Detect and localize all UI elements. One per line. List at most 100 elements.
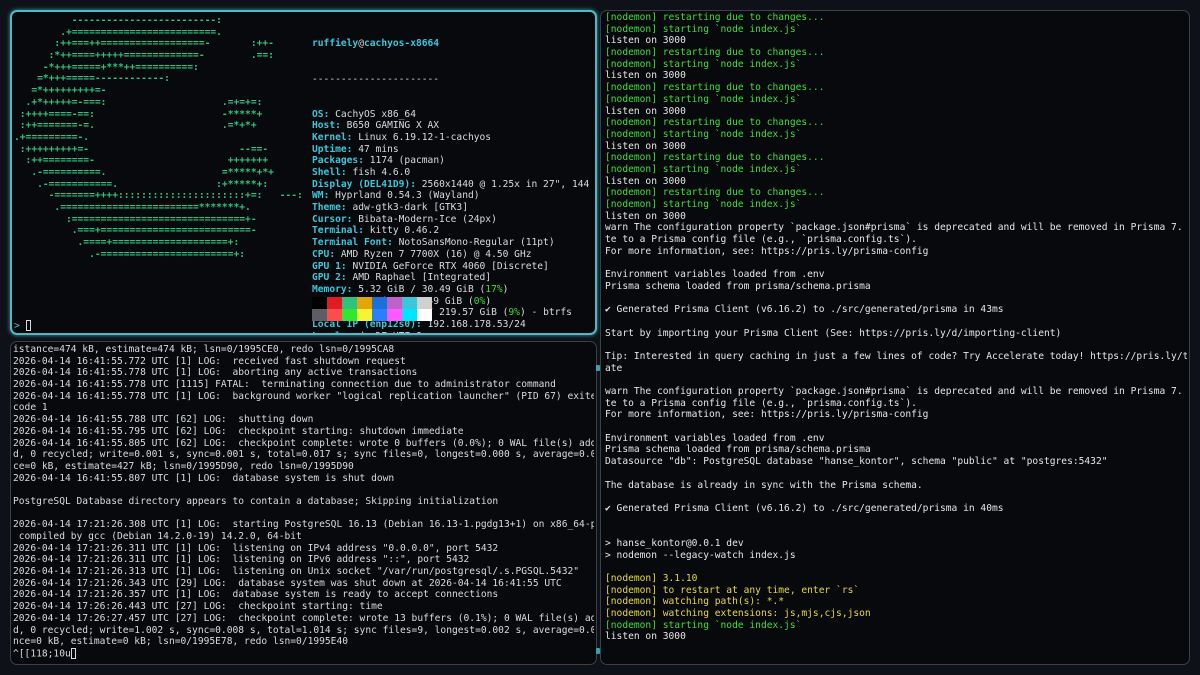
log-line: [nodemon] starting `node index.js` bbox=[605, 619, 802, 631]
log-line: [nodemon] starting `node index.js` bbox=[605, 58, 802, 70]
info-row: Uptime: 47 mins bbox=[312, 143, 399, 155]
log-line: ate bbox=[605, 362, 623, 374]
log-line: warn The configuration property `package… bbox=[605, 222, 1183, 234]
log-line: 2026-04-14 16:41:55.795 UTC [62] LOG: ch… bbox=[13, 425, 464, 437]
info-value: Linux 6.19.12-1-cachyos bbox=[358, 131, 492, 143]
logo-line: .+*+++++=-===: .=+=+=: bbox=[14, 96, 263, 108]
logo-line: =*+++++++++=- bbox=[14, 85, 107, 97]
log-line: 2026-04-14 17:21:26.357 UTC [1] LOG: dat… bbox=[13, 589, 499, 601]
nodemon-terminal-pane[interactable]: [nodemon] restarting due to changes... [n… bbox=[600, 10, 1190, 665]
pane-resize-handle[interactable] bbox=[596, 365, 600, 371]
info-value: adw-gtk3-dark [GTK3] bbox=[352, 202, 468, 214]
log-line: d, 0 recycled; write=1.002 s, sync=0.008… bbox=[13, 624, 594, 636]
info-key: Cursor bbox=[312, 213, 347, 225]
info-key: Terminal bbox=[312, 225, 359, 237]
shell-prompt[interactable]: > bbox=[14, 320, 31, 332]
log-line: [nodemon] starting `node index.js` bbox=[605, 93, 802, 105]
info-row: Kernel: Linux 6.19.12-1-cachyos bbox=[312, 131, 492, 143]
info-value: AMD Raphael [Integrated] bbox=[352, 272, 492, 284]
fastfetch-terminal-pane[interactable]: -------------------------: .+===========… bbox=[10, 10, 597, 335]
color-swatch bbox=[327, 297, 342, 309]
color-swatch bbox=[372, 297, 387, 309]
log-line: [nodemon] restarting due to changes... bbox=[605, 117, 825, 129]
log-line: 2026-04-14 17:21:26.311 UTC [1] LOG: lis… bbox=[13, 554, 470, 566]
log-line: [nodemon] to restart at any time, enter … bbox=[605, 584, 860, 596]
log-line: 2026-04-14 16:41:55.778 UTC [1115] FATAL… bbox=[13, 379, 556, 391]
info-key: CPU bbox=[312, 248, 330, 260]
logo-line: -------------------------: bbox=[14, 15, 222, 26]
log-line: [nodemon] restarting due to changes... bbox=[605, 152, 825, 164]
log-line: d, 0 recycled; write=0.001 s, sync=0.001… bbox=[13, 449, 594, 461]
text-cursor bbox=[25, 320, 31, 331]
info-value: Bibata-Modern-Ice (24px) bbox=[358, 213, 497, 225]
log-line: [nodemon] starting `node index.js` bbox=[605, 199, 802, 210]
usage-percent: 17% bbox=[485, 283, 503, 295]
info-row: Theme: adw-gtk3-dark [GTK3] bbox=[312, 202, 468, 214]
prompt-symbol: > bbox=[14, 320, 20, 332]
color-swatch bbox=[312, 309, 327, 321]
log-line: > hanse_kontor@0.0.1 dev bbox=[605, 537, 744, 549]
logo-line: .+=========-. bbox=[14, 131, 90, 143]
info-value-tail: ) - btrfs bbox=[519, 307, 572, 319]
logo-line: :++===++==================- :++- bbox=[14, 38, 274, 50]
color-swatch bbox=[372, 309, 387, 321]
log-line: Environment variables loaded from .env bbox=[605, 432, 825, 444]
logo-line: .+=========================. bbox=[14, 26, 222, 38]
log-line: Tip: Interested in query caching in just… bbox=[605, 350, 1187, 362]
logo-line: .====+====================+: bbox=[14, 237, 240, 249]
logo-line: :++=======-=. .=*+*+ bbox=[14, 120, 257, 132]
info-value: 47 mins bbox=[358, 143, 399, 155]
info-value: B650 GAMING X AX bbox=[346, 120, 440, 132]
logo-line: :+++++++++=- --==- bbox=[14, 143, 269, 155]
info-key: Host bbox=[312, 120, 336, 132]
info-row: Locale: de_DE.UTF-8 bbox=[312, 331, 595, 333]
host-name: cachyos-x8664 bbox=[364, 38, 440, 50]
logo-line: .========================*******+. bbox=[14, 202, 251, 213]
log-line: listen on 3000 bbox=[605, 140, 686, 152]
info-key: Kernel bbox=[312, 131, 347, 143]
text-cursor bbox=[70, 647, 76, 659]
log-line: [nodemon] restarting due to changes... bbox=[605, 82, 825, 94]
log-line: PostgreSQL Database directory appears to… bbox=[13, 495, 499, 507]
info-value: 5.32 GiB / 30.49 GiB ( bbox=[358, 283, 486, 295]
info-row: Packages: 1174 (pacman) bbox=[312, 155, 445, 167]
info-value: NVIDIA GeForce RTX 4060 [Discrete] bbox=[352, 260, 549, 272]
log-line: nce=0 kB, estimate=0 kB; lsn=0/1995E78, … bbox=[13, 636, 349, 648]
info-key: Display (DEL41D9) bbox=[312, 178, 411, 190]
info-row: OS: CachyOS x86_64 bbox=[312, 108, 416, 120]
log-line: te to a Prisma config file (e.g., `prism… bbox=[605, 397, 917, 409]
logo-line: .-===========. :+*****+: bbox=[14, 178, 269, 190]
color-swatch bbox=[327, 309, 342, 321]
info-value: 1174 (pacman) bbox=[369, 155, 445, 167]
info-value-tail: ) bbox=[502, 283, 509, 295]
pane-resize-handle[interactable] bbox=[596, 648, 600, 654]
log-line: 2026-04-14 17:21:26.343 UTC [29] LOG: da… bbox=[13, 577, 562, 589]
info-key: Memory bbox=[312, 283, 347, 295]
log-line: [nodemon] 3.1.10 bbox=[605, 573, 698, 584]
info-value: de_DE.UTF-8 bbox=[358, 331, 422, 333]
log-line: [nodemon] starting `node index.js` bbox=[605, 128, 802, 140]
info-key: GPU 2 bbox=[312, 272, 341, 284]
logo-line: .-==========. =*****+*+ bbox=[14, 166, 274, 178]
info-row: Terminal: kitty 0.46.2 bbox=[312, 225, 440, 237]
info-row: GPU 2: AMD Raphael [Integrated] bbox=[312, 272, 492, 284]
system-info-list: ruffiely@cachyos-x8664 -----------------… bbox=[312, 15, 595, 333]
info-value: Hyprland 0.54.3 (Wayland) bbox=[335, 190, 480, 202]
postgres-log-terminal-pane[interactable]: istance=474 kB, estimate=474 kB; lsn=0/1… bbox=[10, 341, 597, 665]
color-swatch bbox=[387, 309, 402, 321]
log-line: 2026-04-14 17:21:26.313 UTC [1] LOG: lis… bbox=[13, 566, 580, 578]
cachyos-ascii-logo: -------------------------: .+===========… bbox=[14, 15, 306, 260]
info-value-tail: ) bbox=[485, 295, 492, 307]
info-row: CPU: AMD Ryzen 7 7700X (16) @ 4.50 GHz bbox=[312, 248, 532, 260]
log-line: Prisma schema loaded from prisma/schema.… bbox=[605, 280, 871, 292]
logo-line: .===+==========================- bbox=[14, 225, 257, 237]
logo-line: :*++====+++++=============- .==: bbox=[14, 50, 274, 62]
log-line: listen on 3000 bbox=[605, 210, 686, 222]
